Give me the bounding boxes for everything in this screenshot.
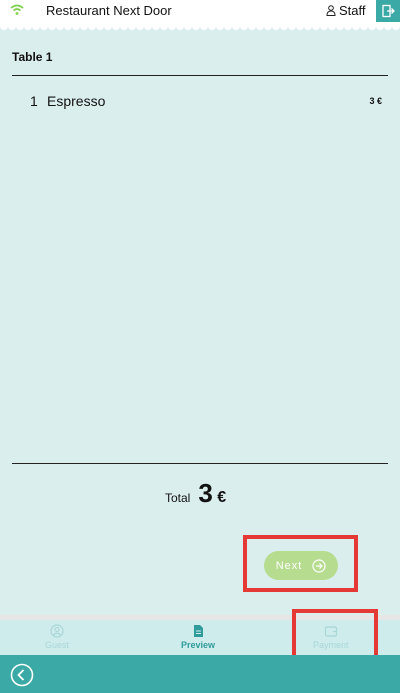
tab-guest-label: Guest bbox=[45, 640, 70, 650]
restaurant-name: Restaurant Next Door bbox=[46, 3, 172, 18]
total-label: Total bbox=[165, 491, 191, 505]
total-currency: € bbox=[217, 489, 227, 506]
tab-guest[interactable]: Guest bbox=[45, 624, 69, 650]
back-button[interactable] bbox=[10, 663, 34, 687]
document-icon bbox=[194, 625, 204, 637]
user-circle-icon bbox=[50, 624, 64, 638]
item-price: 3 € bbox=[369, 96, 382, 106]
exit-icon bbox=[382, 4, 395, 18]
total-value: 3 bbox=[198, 478, 213, 508]
divider bbox=[12, 75, 388, 76]
table-title: Table 1 bbox=[12, 50, 53, 64]
user-icon bbox=[326, 5, 336, 16]
tab-preview[interactable]: Preview bbox=[181, 624, 215, 650]
staff-label: Staff bbox=[339, 3, 366, 18]
header-scallop-edge bbox=[0, 22, 400, 30]
wifi-icon bbox=[10, 4, 24, 15]
tab-preview-label: Preview bbox=[181, 640, 216, 650]
next-button-highlight bbox=[243, 535, 358, 592]
staff-button[interactable]: Staff bbox=[326, 3, 366, 18]
app-header: Restaurant Next Door Staff bbox=[0, 0, 400, 22]
exit-button[interactable] bbox=[376, 0, 400, 22]
item-name: Espresso bbox=[47, 93, 106, 109]
item-quantity: 1 bbox=[30, 93, 38, 109]
back-arrow-icon bbox=[10, 663, 34, 687]
order-item-row[interactable]: 1 Espresso 3 € bbox=[30, 93, 382, 109]
footer-bar bbox=[0, 655, 400, 693]
divider bbox=[12, 463, 388, 464]
order-total: Total 3 € bbox=[165, 478, 226, 509]
